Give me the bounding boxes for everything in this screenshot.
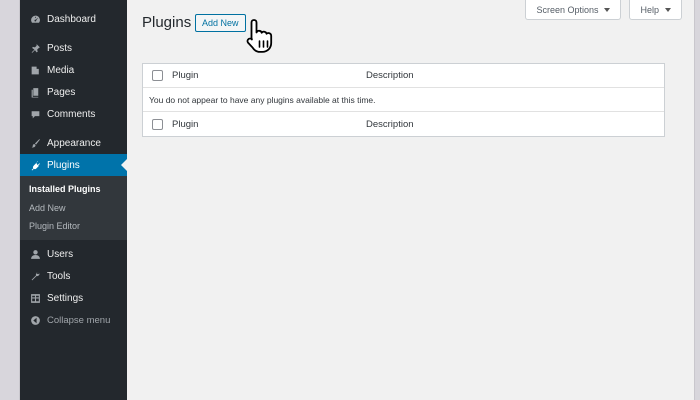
table-header-row: Plugin Description [143,64,664,88]
admin-sidebar: Dashboard Posts Media Pages Comments App… [20,0,127,400]
submenu-item-add-new[interactable]: Add New [20,199,127,218]
dashboard-icon [29,13,41,25]
select-all-checkbox[interactable] [152,70,163,81]
plug-icon [29,159,41,171]
collapse-arrow-icon [29,315,41,327]
brush-icon [29,137,41,149]
caret-down-icon [665,7,671,12]
screen-options-label: Screen Options [536,4,599,15]
help-button[interactable]: Help [629,0,682,20]
column-header-description: Description [366,70,414,81]
page-title: Plugins [142,14,192,31]
screen-meta-links: Screen Options Help [525,0,682,20]
sidebar-item-users[interactable]: Users [20,244,127,266]
pin-icon [29,42,41,54]
pages-icon [29,86,41,98]
sidebar-item-posts[interactable]: Posts [20,37,127,59]
empty-table-message: You do not appear to have any plugins av… [149,94,376,105]
submenu-item-installed-plugins[interactable]: Installed Plugins [20,180,127,199]
sidebar-item-label: Appearance [47,137,101,149]
sidebar-item-label: Media [47,64,75,76]
table-row: You do not appear to have any plugins av… [143,88,664,112]
wrench-icon [29,271,41,283]
add-new-button[interactable]: Add New [195,14,246,32]
caret-down-icon [604,7,611,12]
browser-window: Dashboard Posts Media Pages Comments App… [20,0,694,400]
submenu-item-plugin-editor[interactable]: Plugin Editor [20,217,127,236]
help-label: Help [640,4,659,15]
sidebar-item-comments[interactable]: Comments [20,103,127,125]
sidebar-item-label: Tools [47,271,71,282]
sidebar-item-pages[interactable]: Pages [20,81,127,103]
sidebar-item-appearance[interactable]: Appearance [20,132,127,154]
comment-icon [29,108,41,120]
hand-pointer-cursor-icon [246,19,273,53]
sidebar-item-label: Comments [47,108,96,120]
sidebar-item-dashboard[interactable]: Dashboard [20,8,127,30]
sidebar-item-media[interactable]: Media [20,59,127,81]
user-icon [29,249,41,261]
collapse-menu-button[interactable]: Collapse menu [20,310,127,332]
screen-options-button[interactable]: Screen Options [525,0,622,20]
sidebar-item-label: Pages [47,86,76,98]
plugins-submenu: Installed Plugins Add New Plugin Editor [20,176,127,240]
column-footer-plugin[interactable]: Plugin [172,119,366,130]
table-footer-row: Plugin Description [143,112,664,136]
column-header-plugin[interactable]: Plugin [172,70,366,81]
column-footer-description: Description [366,118,414,130]
media-icon [29,64,41,76]
sidebar-item-label: Posts [47,42,73,54]
sidebar-item-tools[interactable]: Tools [20,266,127,288]
sidebar-item-label: Settings [47,293,84,304]
sidebar-item-label: Plugins [47,159,80,171]
sidebar-item-plugins[interactable]: Plugins [20,154,127,176]
sidebar-item-label: Dashboard [47,13,96,25]
plugins-table: Plugin Description You do not appear to … [142,63,665,137]
main-content: Screen Options Help Plugins Add New Plug… [127,0,694,400]
settings-icon [29,293,41,305]
select-all-checkbox-footer[interactable] [152,118,163,130]
collapse-menu-label: Collapse menu [47,315,111,326]
sidebar-item-settings[interactable]: Settings [20,288,127,310]
sidebar-item-label: Users [47,249,74,260]
